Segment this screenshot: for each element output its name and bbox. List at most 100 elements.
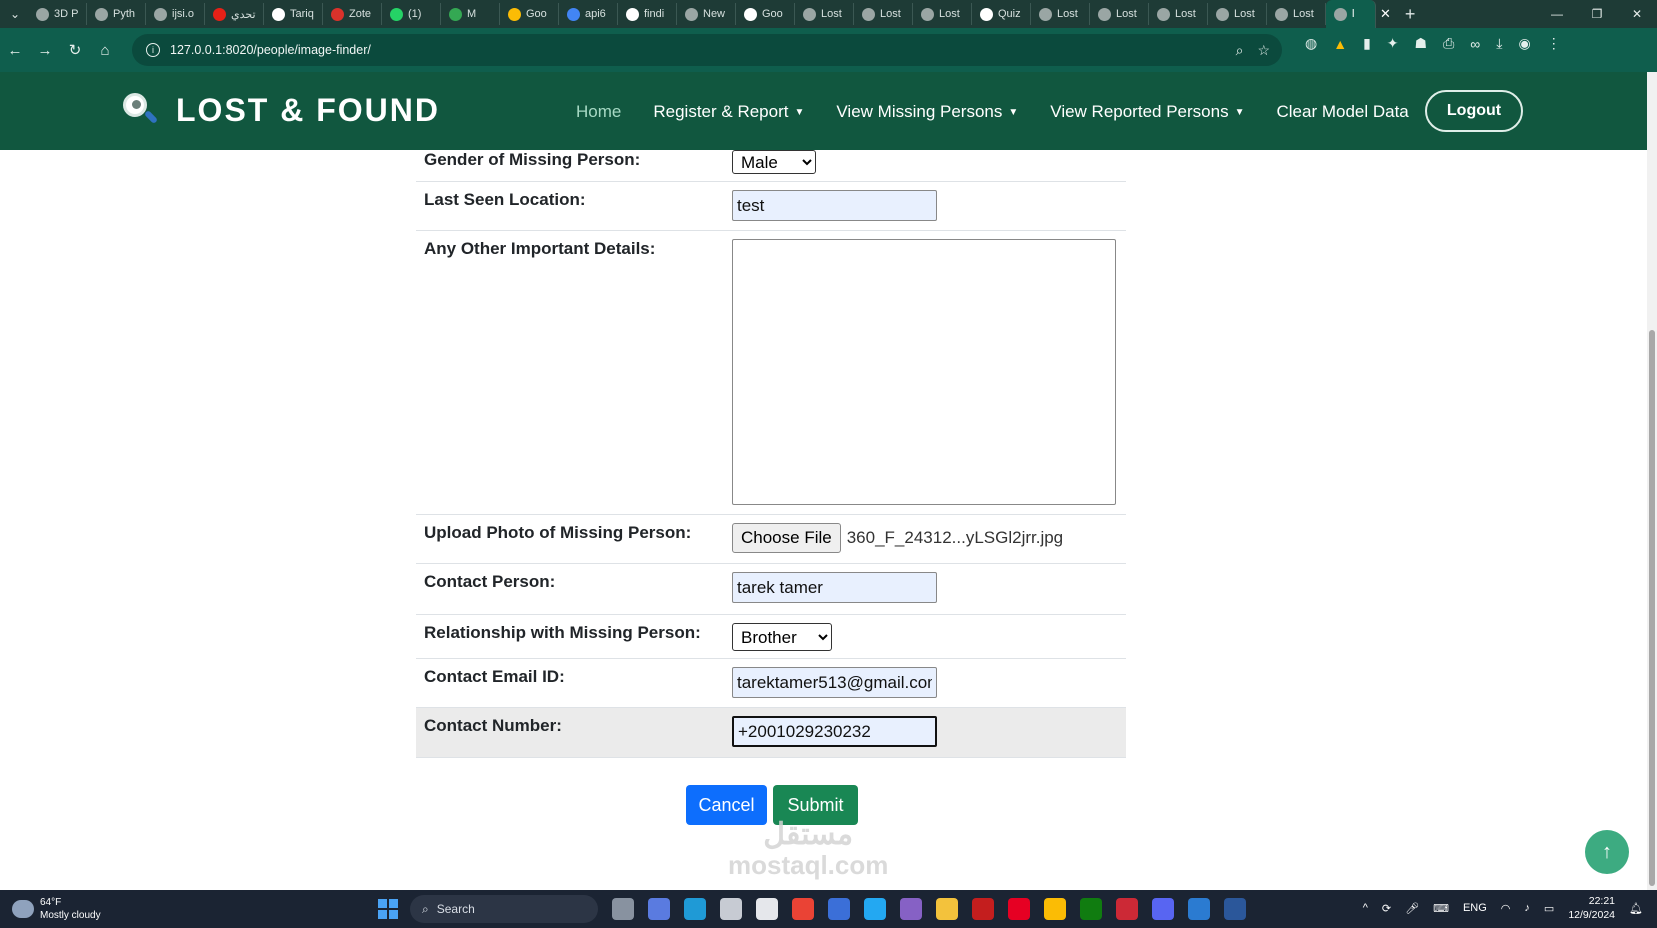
back-to-top-button[interactable]: ↑	[1585, 830, 1629, 874]
browser-tab[interactable]: Lost	[854, 3, 913, 25]
xbox-icon[interactable]	[1080, 898, 1102, 920]
incognito-icon[interactable]: ☗	[1415, 35, 1428, 52]
app-blue-icon[interactable]	[1188, 898, 1210, 920]
drive-icon[interactable]: ▲	[1333, 36, 1347, 52]
zoom-icon[interactable]: ⌕	[1236, 42, 1244, 59]
home-icon[interactable]: ⌂	[90, 35, 120, 65]
menu-kebab-icon[interactable]: ⋮	[1547, 35, 1561, 52]
weather-widget[interactable]: 64°F Mostly cloudy	[12, 896, 101, 922]
zotero-icon[interactable]	[1116, 898, 1138, 920]
chrome-profile-icon[interactable]	[1044, 898, 1066, 920]
taskbar-search[interactable]: ⌕ Search	[410, 895, 598, 923]
extension-globe-icon[interactable]: ◍	[1305, 35, 1317, 52]
last-seen-input[interactable]	[732, 190, 937, 221]
sync-icon[interactable]: ⟳	[1382, 902, 1391, 915]
tray-chevron-icon[interactable]: ^	[1363, 902, 1368, 914]
bookmark-star-icon[interactable]: ☆	[1257, 42, 1270, 59]
nav-clear-model[interactable]: Clear Model Data	[1260, 96, 1424, 128]
start-button-icon[interactable]	[378, 899, 398, 919]
download-icon[interactable]: ⤓	[1496, 35, 1502, 52]
volume-icon[interactable]: ♪	[1524, 902, 1530, 914]
language-indicator[interactable]: ENG	[1463, 902, 1487, 914]
browser-tab[interactable]: 3D P	[28, 3, 87, 25]
app-icon[interactable]	[828, 898, 850, 920]
site-logo[interactable]: LOST & FOUND	[120, 90, 440, 130]
contact-person-input[interactable]	[732, 572, 937, 603]
browser-tab[interactable]: Goo	[736, 3, 795, 25]
notification-bell-icon[interactable]: 🔔︎	[1629, 902, 1643, 915]
tab-search-icon[interactable]: ⌄	[2, 3, 28, 25]
back-icon[interactable]: ←	[0, 35, 30, 65]
browser-tab[interactable]: findi	[618, 3, 677, 25]
visual-studio-icon[interactable]	[900, 898, 922, 920]
vscode-icon[interactable]	[864, 898, 886, 920]
mic-icon[interactable]: 🎤︎	[1405, 902, 1419, 915]
browser-tab[interactable]: Lost	[1090, 3, 1149, 25]
wifi-icon[interactable]: ◠	[1501, 902, 1511, 915]
scrollbar-thumb[interactable]	[1649, 330, 1655, 886]
link-icon[interactable]: ∞	[1470, 36, 1480, 52]
keyboard-icon[interactable]: ⌨	[1433, 902, 1449, 915]
close-tab-icon[interactable]: ✕	[1380, 6, 1391, 22]
cancel-button[interactable]: Cancel	[686, 785, 767, 825]
snipping-tool-icon[interactable]	[720, 898, 742, 920]
store-icon[interactable]	[756, 898, 778, 920]
nav-home[interactable]: Home	[560, 96, 637, 128]
browser-tab[interactable]: Lost	[1149, 3, 1208, 25]
browser-tab[interactable]: Lost	[913, 3, 972, 25]
logout-button[interactable]: Logout	[1425, 90, 1523, 132]
photo-file-input[interactable]: Choose File 360_F_24312...yLSGl2jrr.jpg	[732, 523, 1118, 553]
profile-icon[interactable]: ◉	[1518, 35, 1530, 52]
print-icon[interactable]: ⎙	[1443, 35, 1454, 52]
browser-tab[interactable]: api6	[559, 3, 618, 25]
browser-tab[interactable]: Lost	[1031, 3, 1090, 25]
reload-icon[interactable]: ↻	[60, 35, 90, 65]
email-input[interactable]	[732, 667, 937, 698]
details-textarea[interactable]	[732, 239, 1116, 505]
page-scrollbar[interactable]	[1647, 72, 1657, 890]
minimize-icon[interactable]: —	[1537, 0, 1577, 28]
browser-tab[interactable]: ijsi.o	[146, 3, 205, 25]
file-explorer-icon[interactable]	[936, 898, 958, 920]
edge-icon[interactable]	[684, 898, 706, 920]
browser-tab[interactable]: Quiz	[972, 3, 1031, 25]
browser-tab[interactable]: Tariq	[264, 3, 323, 25]
chrome-icon[interactable]	[792, 898, 814, 920]
browser-tab[interactable]: Lost	[795, 3, 854, 25]
active-tab[interactable]: l	[1326, 0, 1376, 28]
phone-input[interactable]	[732, 716, 937, 747]
choose-file-button[interactable]: Choose File	[732, 523, 841, 553]
discord-icon[interactable]	[1152, 898, 1174, 920]
browser-tab[interactable]: Goo	[500, 3, 559, 25]
tab-label: Lost	[1234, 8, 1255, 20]
forward-icon[interactable]: →	[30, 35, 60, 65]
clock[interactable]: 22:21 12/9/2024	[1568, 894, 1615, 922]
browser-tab[interactable]: Lost	[1267, 3, 1326, 25]
restore-icon[interactable]: ❐	[1577, 0, 1617, 28]
copilot-icon[interactable]	[648, 898, 670, 920]
app-red-icon[interactable]	[972, 898, 994, 920]
browser-tab[interactable]: Lost	[1208, 3, 1267, 25]
pinterest-icon[interactable]	[1008, 898, 1030, 920]
address-bar[interactable]: i 127.0.0.1:8020/people/image-finder/ ⌕ …	[132, 34, 1282, 66]
nav-view-reported[interactable]: View Reported Persons ▼	[1034, 96, 1260, 128]
browser-tab[interactable]: Zote	[323, 3, 382, 25]
relationship-select[interactable]: Brother	[732, 623, 832, 651]
site-info-icon[interactable]: i	[146, 43, 160, 57]
gender-select[interactable]: Male	[732, 150, 816, 174]
extension-doc-icon[interactable]: ▮	[1363, 35, 1371, 52]
word-icon[interactable]	[1224, 898, 1246, 920]
new-tab-icon[interactable]: +	[1405, 4, 1416, 25]
extensions-puzzle-icon[interactable]: ✦	[1387, 35, 1399, 52]
close-window-icon[interactable]: ✕	[1617, 0, 1657, 28]
browser-tab[interactable]: تحدي	[205, 3, 264, 25]
battery-icon[interactable]: ▭	[1544, 902, 1554, 915]
browser-tab[interactable]: Pyth	[87, 3, 146, 25]
task-view-icon[interactable]	[612, 898, 634, 920]
browser-tab[interactable]: (1)	[382, 3, 441, 25]
browser-tab[interactable]: M	[441, 3, 500, 25]
browser-tab-strip: ⌄ 3D P Pyth ijsi.o تحدي Tariq Zote (1) M Goo api6…	[0, 0, 1657, 28]
nav-register-report[interactable]: Register & Report ▼	[637, 96, 820, 128]
nav-view-missing[interactable]: View Missing Persons ▼	[820, 96, 1034, 128]
browser-tab[interactable]: New	[677, 3, 736, 25]
